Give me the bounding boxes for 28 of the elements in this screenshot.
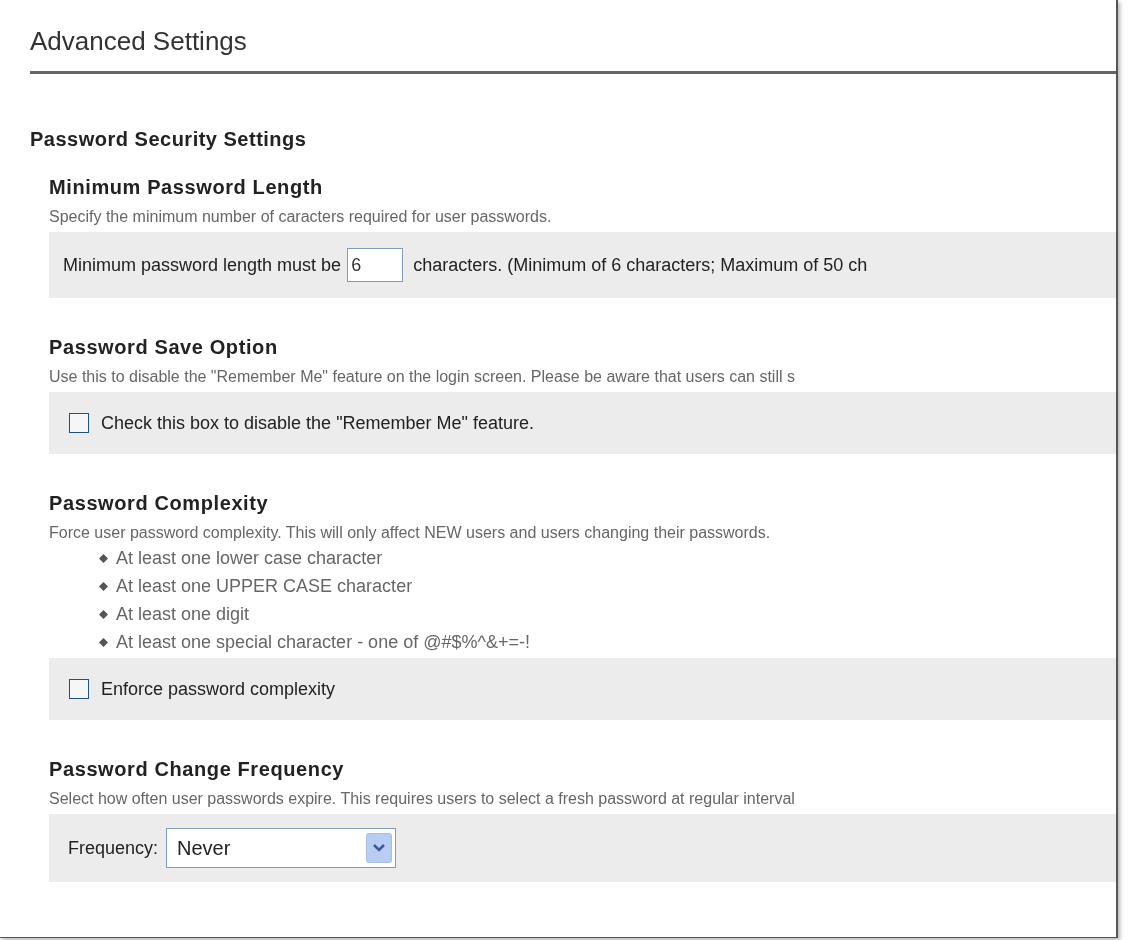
checkbox-label: Check this box to disable the "Remember Me" feature. xyxy=(101,411,534,435)
requirement-text: At least one digit xyxy=(116,602,250,626)
length-input[interactable]: 6 xyxy=(347,248,404,282)
section-title: Password Complexity xyxy=(49,491,270,516)
page-title: Advanced Settings xyxy=(30,25,248,58)
requirement-text: At least one special character - one of @#$%^&+=-! xyxy=(116,630,530,654)
frequency-dropdown[interactable]: Never xyxy=(166,828,397,868)
group-title: Password Security Settings xyxy=(30,127,308,152)
section-title: Password Change Frequency xyxy=(49,757,346,782)
checkbox[interactable] xyxy=(69,413,89,433)
section-description: Force user password complexity. This will only affect NEW users and users changing their passwords. xyxy=(49,523,772,543)
bullet-icon xyxy=(99,637,108,647)
chevron-down-icon xyxy=(366,833,393,863)
requirement-text: At least one lower case character xyxy=(116,546,383,570)
section-description: Select how often user passwords expire. This requires users to select a fresh password at regular interval xyxy=(49,789,796,809)
checkbox-label: Enforce password complexity xyxy=(101,677,336,701)
bullet-icon xyxy=(99,581,108,591)
bullet-icon xyxy=(99,609,108,619)
section-title: Minimum Password Length xyxy=(49,175,324,200)
section-description: Specify the minimum number of caracters required for user passwords. xyxy=(49,207,553,227)
field-label: Frequency: xyxy=(68,836,159,860)
section-title: Password Save Option xyxy=(49,335,279,360)
field-label: Minimum password length must be xyxy=(63,253,342,277)
field-hint: characters. (Minimum of 6 characters; Maximum of 50 ch xyxy=(413,253,868,277)
requirement-text: At least one UPPER CASE character xyxy=(116,574,413,598)
checkbox[interactable] xyxy=(69,679,89,699)
bullet-icon xyxy=(99,553,108,563)
section-description: Use this to disable the "Remember Me" feature on the login screen. Please be aware that users can still s xyxy=(49,367,796,387)
